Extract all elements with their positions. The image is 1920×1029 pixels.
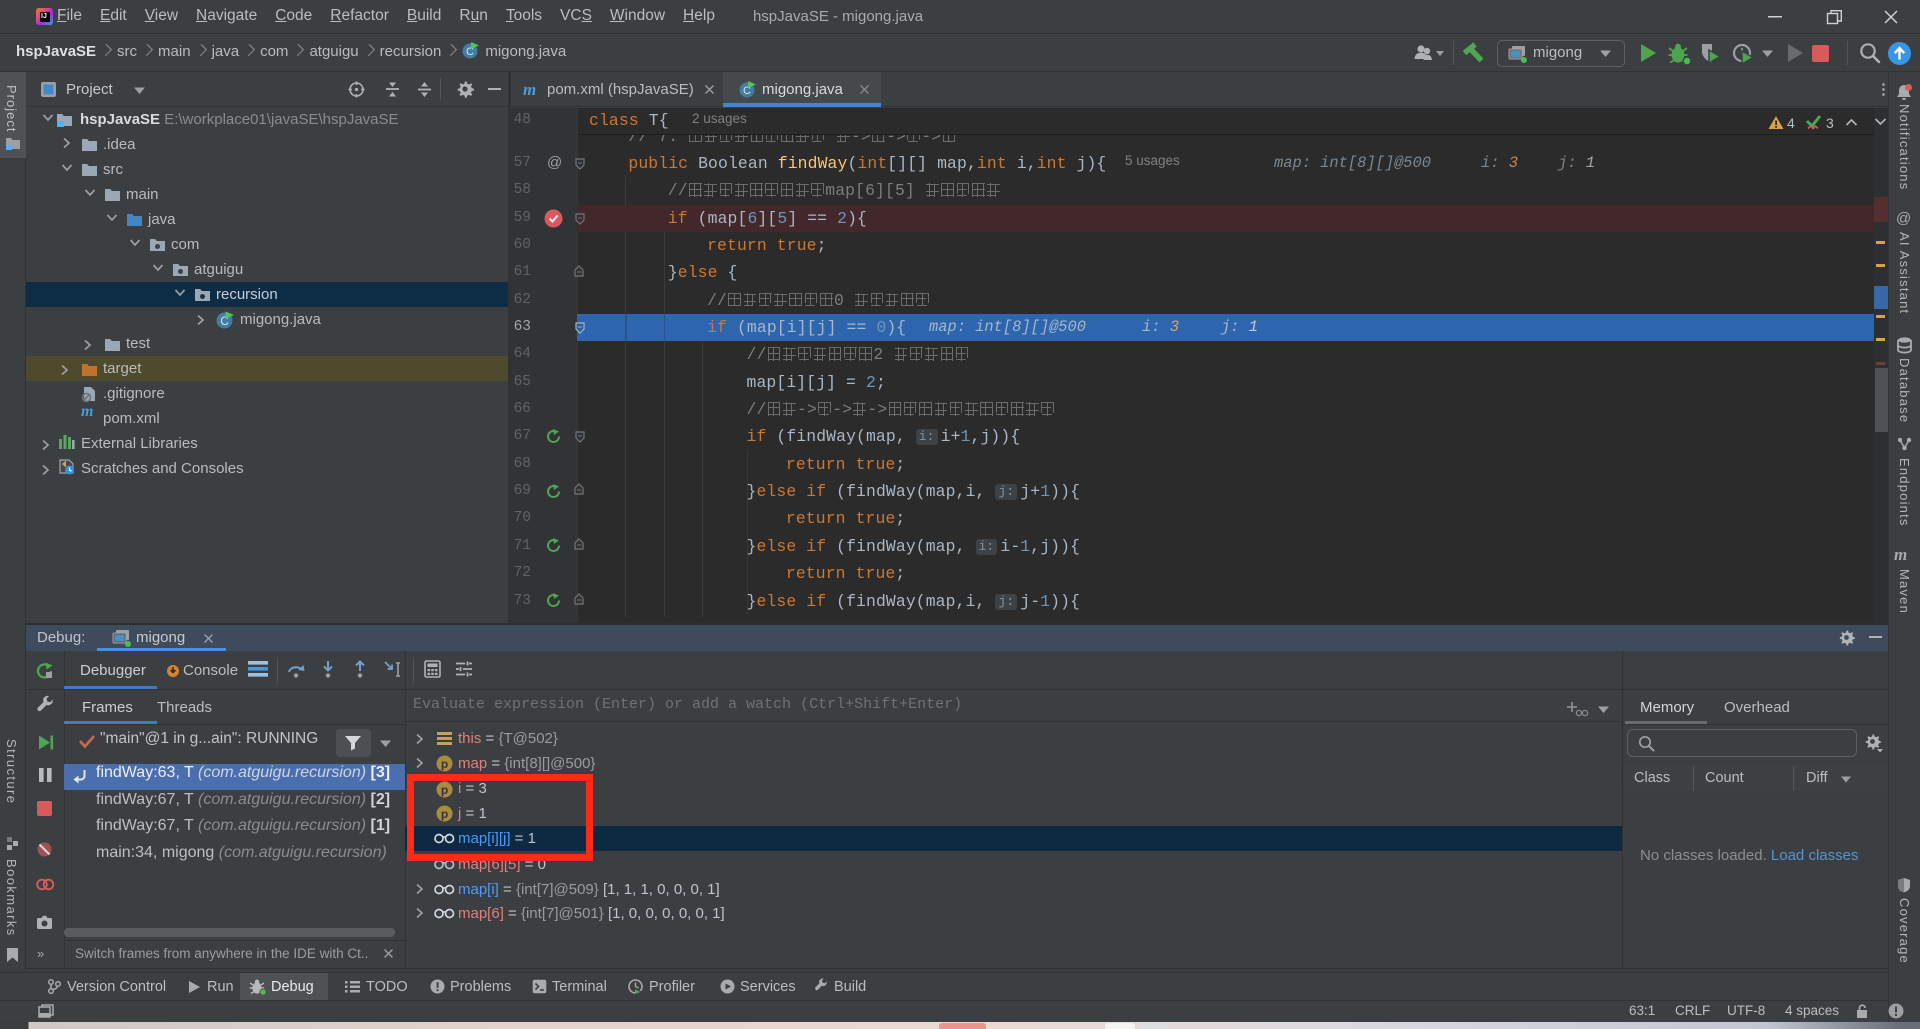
svg-text:C: C — [220, 316, 228, 328]
svg-text:m: m — [523, 80, 536, 99]
svg-text:p: p — [441, 757, 448, 771]
